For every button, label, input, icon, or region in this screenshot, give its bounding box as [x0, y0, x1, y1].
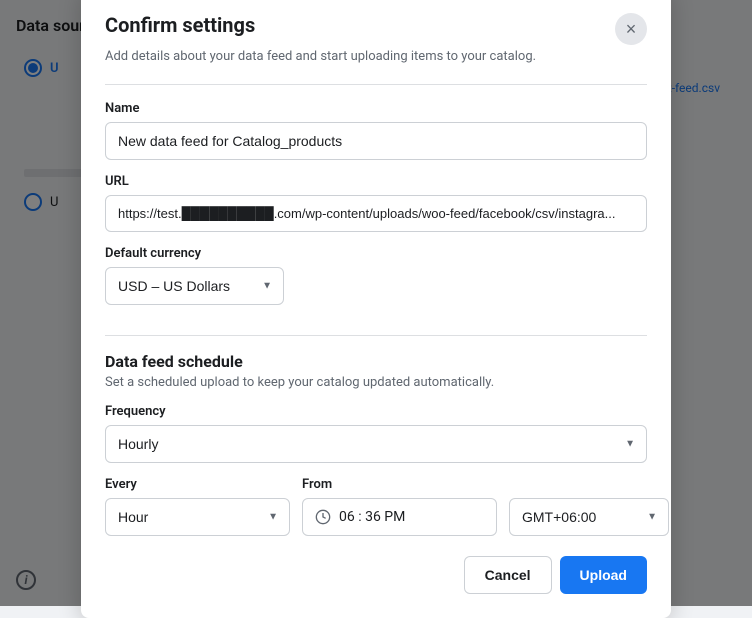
modal-footer: Cancel Upload [105, 556, 647, 594]
frequency-label: Frequency [105, 404, 647, 419]
modal-title: Confirm settings [105, 13, 255, 37]
schedule-row: Every Hour 2 Hours 4 Hours 6 Hours From [105, 477, 647, 536]
time-display: 06 : 36 PM [339, 509, 405, 525]
modal-subtitle: Add details about your data feed and sta… [105, 49, 647, 64]
divider-2 [105, 335, 647, 336]
upload-button[interactable]: Upload [560, 556, 647, 594]
every-select-wrapper: Hour 2 Hours 4 Hours 6 Hours [105, 498, 290, 536]
currency-select-wrapper: USD – US Dollars EUR – Euro GBP – Britis… [105, 267, 284, 305]
every-group: Every Hour 2 Hours 4 Hours 6 Hours [105, 477, 290, 536]
every-select[interactable]: Hour 2 Hours 4 Hours 6 Hours [105, 498, 290, 536]
frequency-select[interactable]: Hourly Daily Weekly [105, 425, 647, 463]
every-label: Every [105, 477, 290, 492]
url-input[interactable] [105, 195, 647, 232]
url-label: URL [105, 174, 647, 189]
cancel-button[interactable]: Cancel [464, 556, 552, 594]
frequency-select-wrapper: Hourly Daily Weekly [105, 425, 647, 463]
schedule-title: Data feed schedule [105, 352, 647, 371]
timezone-spacer [509, 477, 669, 492]
close-button[interactable]: × [615, 13, 647, 45]
clock-icon [315, 509, 331, 525]
timezone-select[interactable]: GMT+06:00 GMT+00:00 GMT-05:00 [509, 498, 669, 536]
from-label: From [302, 477, 497, 492]
confirm-settings-modal: Confirm settings × Add details about you… [81, 0, 671, 618]
currency-select[interactable]: USD – US Dollars EUR – Euro GBP – Britis… [105, 267, 284, 305]
modal-header: Confirm settings × [105, 13, 647, 45]
time-input[interactable]: 06 : 36 PM [302, 498, 497, 536]
timezone-select-wrapper: GMT+06:00 GMT+00:00 GMT-05:00 [509, 498, 669, 536]
from-group: From 06 : 36 PM [302, 477, 497, 536]
divider-1 [105, 84, 647, 85]
currency-label: Default currency [105, 246, 647, 261]
modal-overlay: Confirm settings × Add details about you… [0, 0, 752, 606]
timezone-group: GMT+06:00 GMT+00:00 GMT-05:00 [509, 477, 669, 536]
name-input[interactable] [105, 122, 647, 160]
name-label: Name [105, 101, 647, 116]
schedule-subtitle: Set a scheduled upload to keep your cata… [105, 375, 647, 390]
